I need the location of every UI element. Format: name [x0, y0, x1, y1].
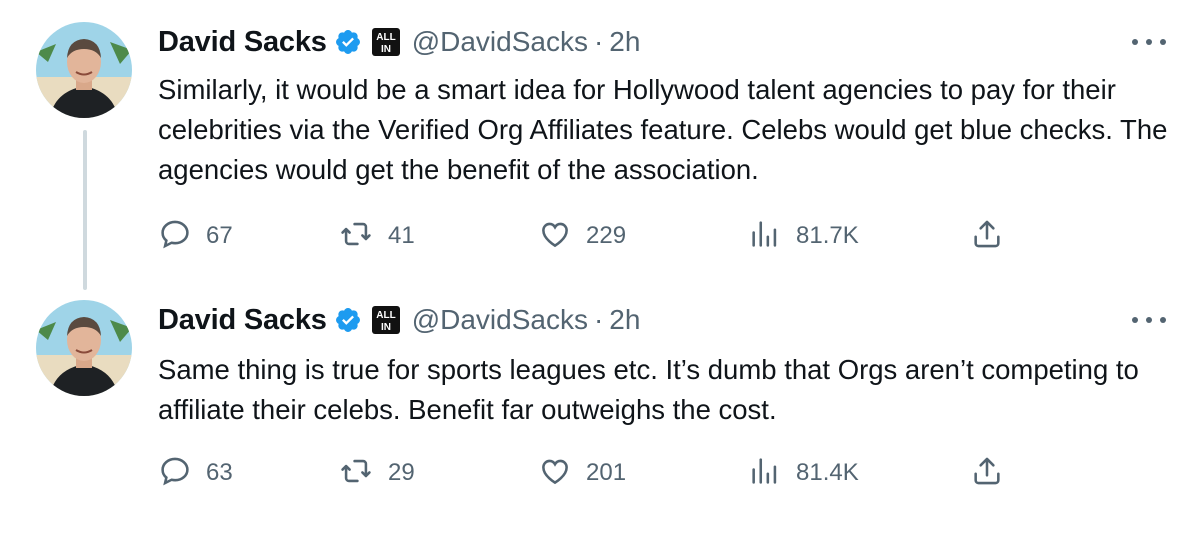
tweet-1[interactable]: David Sacks ALL IN @DavidSacks · 2h Simi…	[0, 0, 1192, 258]
tweet-header: David Sacks ALL IN @DavidSacks · 2h	[158, 300, 640, 340]
like-icon	[538, 454, 572, 493]
reply-button[interactable]: 63	[158, 451, 233, 495]
reply-button[interactable]: 67	[158, 214, 233, 258]
repost-count: 29	[388, 459, 415, 486]
repost-count: 41	[388, 222, 415, 249]
reply-count: 63	[206, 459, 233, 486]
timestamp[interactable]: 2h	[609, 26, 640, 58]
views-icon	[748, 217, 782, 256]
author-handle[interactable]: @DavidSacks	[412, 26, 588, 58]
verified-icon[interactable]	[334, 28, 362, 56]
tweet-text: Similarly, it would be a smart idea for …	[158, 74, 1168, 185]
share-button[interactable]	[970, 214, 1004, 258]
share-button[interactable]	[970, 451, 1004, 495]
affiliate-badge[interactable]: ALL IN	[371, 28, 400, 56]
repost-button[interactable]: 29	[338, 451, 415, 495]
action-bar: 67 41 229 81.7K	[158, 214, 1018, 258]
timestamp[interactable]: 2h	[609, 304, 640, 336]
author-handle[interactable]: @DavidSacks	[412, 304, 588, 336]
views-button[interactable]: 81.4K	[748, 451, 859, 495]
more-icon[interactable]	[1132, 30, 1166, 54]
tweet-header: David Sacks ALL IN @DavidSacks · 2h	[158, 22, 640, 62]
author-name[interactable]: David Sacks	[158, 304, 327, 337]
tweet-text: Same thing is true for sports leagues et…	[158, 354, 1139, 425]
like-button[interactable]: 201	[538, 451, 626, 495]
like-count: 229	[586, 222, 627, 249]
share-icon	[970, 454, 1004, 493]
affiliate-badge-text: ALL	[376, 32, 395, 43]
reply-count: 67	[206, 222, 233, 249]
reply-icon	[158, 217, 192, 256]
action-bar: 63 29 201 81.4K	[158, 451, 1018, 495]
avatar[interactable]	[36, 22, 132, 118]
repost-button[interactable]: 41	[338, 214, 415, 258]
separator: ·	[593, 304, 604, 335]
svg-text:IN: IN	[381, 44, 391, 55]
repost-icon	[338, 454, 374, 493]
views-icon	[748, 454, 782, 493]
tweet-2[interactable]: David Sacks ALL IN @DavidSacks · 2h Same…	[0, 278, 1192, 536]
views-count: 81.7K	[796, 222, 859, 249]
repost-icon	[338, 217, 374, 256]
author-name[interactable]: David Sacks	[158, 26, 327, 59]
like-button[interactable]: 229	[538, 214, 626, 258]
more-icon[interactable]	[1132, 308, 1166, 332]
views-count: 81.4K	[796, 459, 859, 486]
views-button[interactable]: 81.7K	[748, 214, 859, 258]
share-icon	[970, 217, 1004, 256]
verified-icon[interactable]	[334, 306, 362, 334]
affiliate-badge[interactable]: ALL IN	[371, 306, 400, 334]
reply-icon	[158, 454, 192, 493]
like-count: 201	[586, 459, 627, 486]
avatar[interactable]	[36, 300, 132, 396]
svg-text:ALL: ALL	[376, 310, 395, 321]
like-icon	[538, 217, 572, 256]
separator: ·	[593, 26, 604, 57]
svg-text:IN: IN	[381, 322, 391, 333]
